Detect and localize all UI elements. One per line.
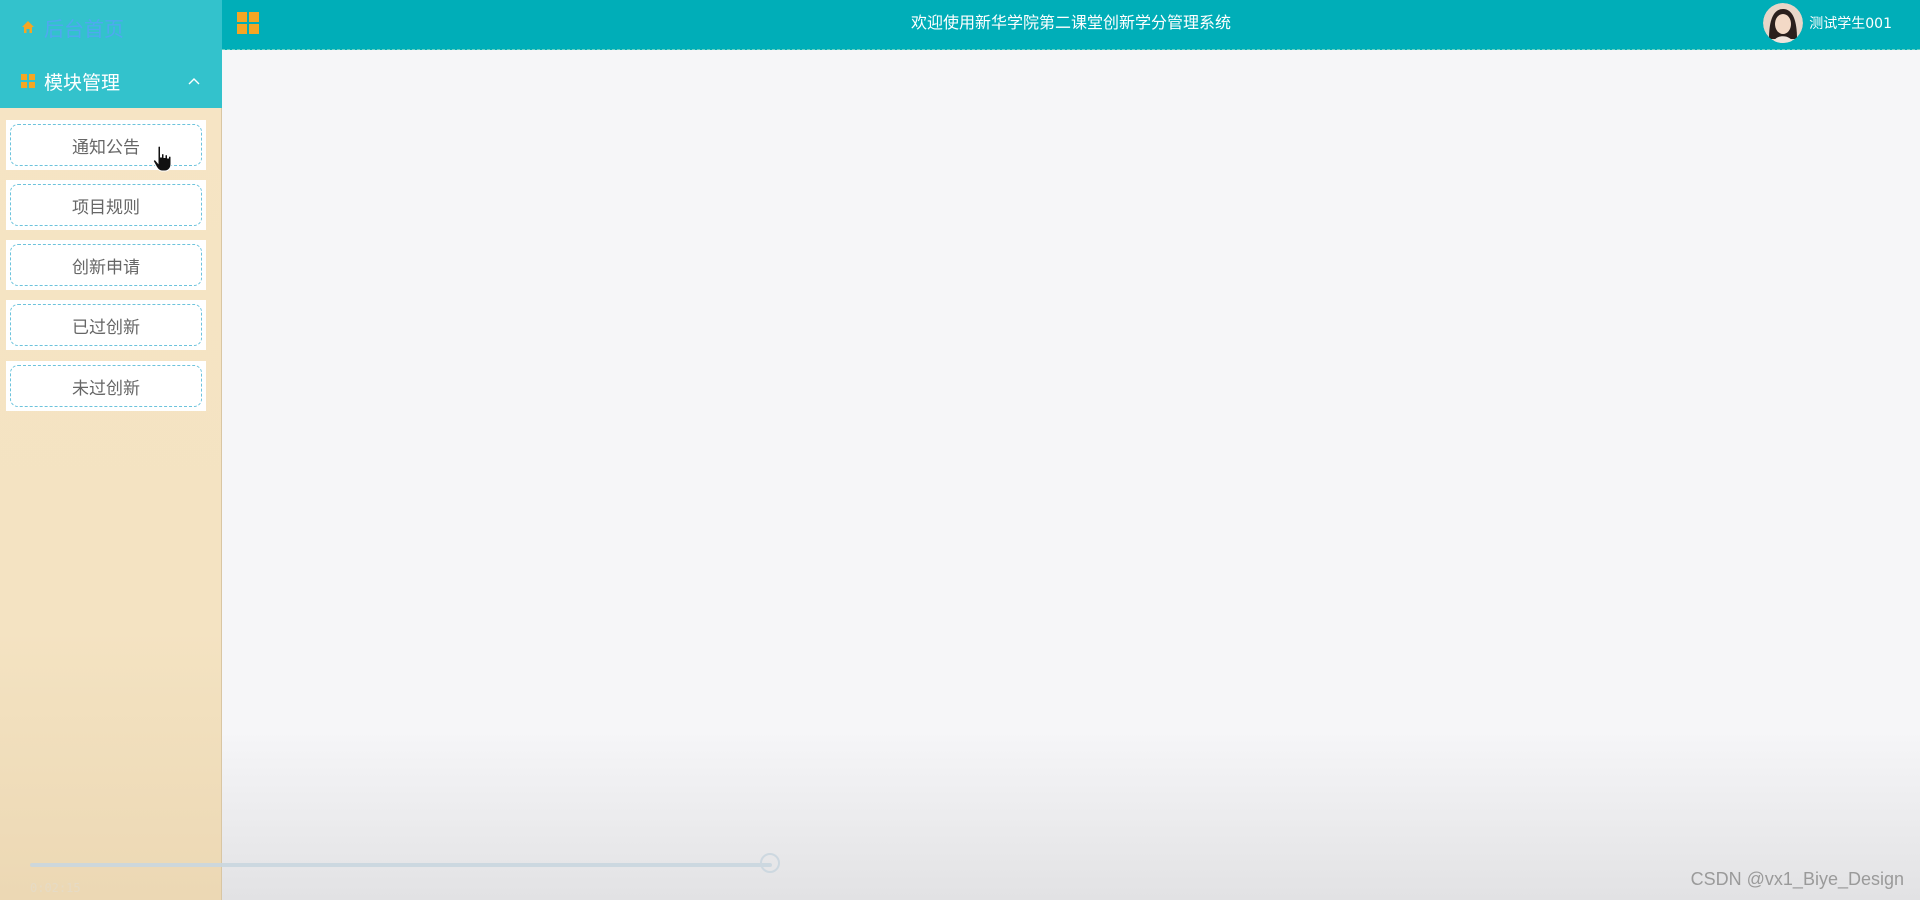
grid-icon (21, 74, 35, 88)
hand-cursor-icon (152, 145, 172, 172)
avatar (1763, 3, 1804, 43)
user-menu[interactable]: 测试学生001 (1763, 3, 1892, 43)
main-content (222, 50, 1920, 900)
sidebar-item-failed-innovation[interactable]: 未过创新 (6, 361, 206, 411)
sidebar-item-label: 创新申请 (10, 244, 202, 286)
username: 测试学生001 (1809, 16, 1892, 32)
sidebar-item-home[interactable]: 后台首页 (0, 0, 222, 54)
video-progress-track[interactable] (30, 863, 772, 867)
sidebar-item-label: 已过创新 (10, 304, 202, 346)
video-time: 0:02:15 (30, 881, 81, 895)
watermark: CSDN @vx1_Biye_Design (1690, 869, 1904, 889)
top-header: 欢迎使用新华学院第二课堂创新学分管理系统 测试学生001 (222, 0, 1920, 50)
page-title: 欢迎使用新华学院第二课堂创新学分管理系统 (910, 13, 1231, 32)
sidebar-item-home-label: 后台首页 (44, 16, 124, 41)
sidebar-group-module-management[interactable]: 模块管理 (0, 54, 222, 108)
chevron-up-icon[interactable] (186, 73, 202, 89)
sidebar-item-passed-innovation[interactable]: 已过创新 (6, 300, 206, 350)
video-progress-knob[interactable] (760, 853, 780, 873)
sidebar-group-label: 模块管理 (44, 71, 121, 94)
sidebar-item-project-rules[interactable]: 项目规则 (6, 180, 206, 230)
home-icon (22, 21, 34, 33)
sidebar-item-notice[interactable]: 通知公告 (6, 120, 206, 170)
sidebar-item-innovation-apply[interactable]: 创新申请 (6, 240, 206, 290)
sidebar: 后台首页 模块管理 通知公告 项目规则 创新申请 已过创新 未过创新 (0, 0, 222, 900)
sidebar-item-label: 项目规则 (10, 184, 202, 226)
sidebar-item-label: 未过创新 (10, 365, 202, 407)
